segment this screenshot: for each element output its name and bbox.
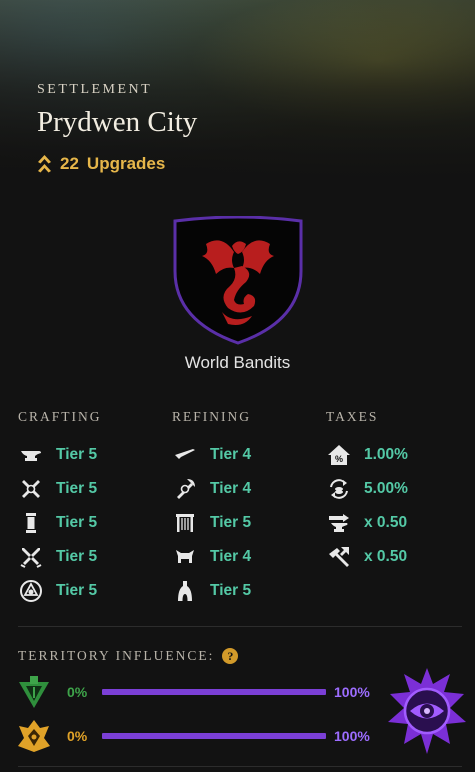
anvil-arrow-icon	[326, 510, 352, 536]
upgrades-number: 22	[60, 154, 79, 173]
chevron-up-double-icon	[38, 155, 51, 173]
red-dragon-crest-icon	[173, 216, 303, 345]
compass-circle-icon	[18, 578, 44, 604]
anvil-icon	[18, 442, 44, 468]
covenant-influence-end: 100%	[334, 684, 370, 700]
settlement-label: SETTLEMENT	[37, 82, 153, 97]
covenant-emblem-icon[interactable]	[16, 674, 52, 710]
upgrades-text: Upgrades	[86, 154, 166, 173]
crafting-row-5: Tier 5	[18, 577, 97, 605]
marauder-emblem-icon[interactable]	[16, 718, 52, 754]
refining-row-3: Tier 5	[172, 509, 251, 537]
refining-row-1: Tier 4	[172, 441, 251, 469]
company-name: World Bandits	[184, 353, 291, 372]
house-tax-icon: %	[326, 442, 352, 468]
axe-hammer-icon	[172, 476, 198, 502]
covenant-influence-bar	[102, 689, 326, 695]
coin-cycle-icon	[326, 476, 352, 502]
upgrades-count: 22 Upgrades	[37, 154, 165, 174]
taxes-row-1: % 1.00%	[326, 441, 408, 469]
refining-label: REFINING	[172, 409, 251, 424]
blade-icon	[172, 442, 198, 468]
section-divider	[18, 626, 462, 627]
crafting-row-2: Tier 5	[18, 475, 97, 503]
influence-row-covenant: 0% 100%	[16, 674, 386, 714]
crossed-tools-icon	[18, 476, 44, 502]
covenant-influence-start: 0%	[67, 684, 88, 700]
marauder-influence-end: 100%	[334, 728, 370, 744]
svg-text:%: %	[335, 454, 343, 464]
territory-influence-label: TERRITORY INFLUENCE: ?	[18, 648, 239, 664]
hammer-arrow-icon	[326, 544, 352, 570]
refining-row-2: Tier 4	[172, 475, 251, 503]
marauder-influence-start: 0%	[67, 728, 88, 744]
crafting-row-4: Tier 5	[18, 543, 97, 571]
refining-row-5: Tier 5	[172, 577, 251, 605]
taxes-label: TAXES	[326, 409, 379, 424]
question-mark-icon[interactable]: ?	[222, 648, 239, 664]
bottom-divider	[18, 766, 462, 767]
kiln-icon	[172, 578, 198, 604]
crafting-row-3: Tier 5	[18, 509, 97, 537]
syndicate-eye-emblem-icon[interactable]	[386, 666, 468, 756]
pillar-icon	[18, 510, 44, 536]
loom-frame-icon	[172, 510, 198, 536]
refining-row-4: Tier 4	[172, 543, 251, 571]
influence-row-marauders: 0% 100%	[16, 718, 386, 758]
tanning-rack-icon	[172, 544, 198, 570]
taxes-row-3: x 0.50	[326, 509, 407, 537]
city-name: Prydwen City	[37, 106, 198, 138]
crafting-row-1: Tier 5	[18, 441, 97, 469]
crossed-swords-icon	[18, 544, 44, 570]
marauder-influence-bar	[102, 733, 326, 739]
taxes-row-4: x 0.50	[326, 543, 407, 571]
crafting-label: CRAFTING	[18, 409, 102, 424]
taxes-row-2: 5.00%	[326, 475, 408, 503]
